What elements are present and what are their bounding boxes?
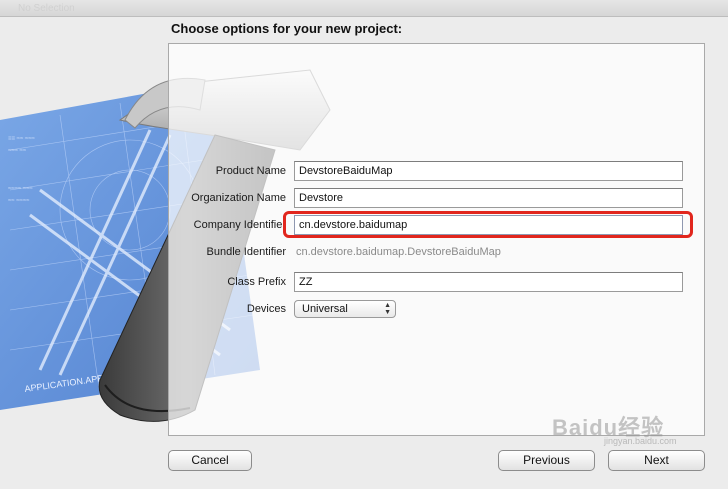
class-prefix-label: Class Prefix	[227, 276, 286, 288]
window-title-bar: No Selection	[0, 0, 728, 17]
product-name-label: Product Name	[215, 165, 286, 177]
page-title: Choose options for your new project:	[171, 21, 403, 36]
popup-arrows-icon: ▲ ▼	[384, 302, 391, 316]
class-prefix-field[interactable]: ZZ	[294, 272, 683, 292]
organization-name-field[interactable]: Devstore	[294, 188, 683, 208]
cancel-button[interactable]: Cancel	[168, 450, 252, 471]
previous-button[interactable]: Previous	[498, 450, 595, 471]
svg-text:≈≈≈ ≈≈: ≈≈≈ ≈≈	[8, 148, 27, 154]
annotation-highlight-box	[283, 211, 693, 238]
devices-popup-value: Universal	[302, 303, 348, 315]
baidu-watermark-url: jingyan.baidu.com	[604, 436, 677, 446]
bundle-identifier-label: Bundle Identifier	[206, 246, 287, 258]
next-button[interactable]: Next	[608, 450, 705, 471]
options-panel	[168, 43, 705, 436]
window-title: No Selection	[18, 3, 75, 14]
product-name-field[interactable]: DevstoreBaiduMap	[294, 161, 683, 181]
organization-name-label: Organization Name	[191, 192, 286, 204]
svg-text:≈≈ ≈≈≈≈: ≈≈ ≈≈≈≈	[8, 198, 30, 204]
devices-label: Devices	[246, 303, 286, 315]
devices-popup[interactable]: Universal ▲ ▼	[294, 300, 396, 318]
svg-text:≡≡ ≈≈ ≈≈≈: ≡≡ ≈≈ ≈≈≈	[8, 136, 36, 142]
bundle-identifier-value: cn.devstore.baidumap.DevstoreBaiduMap	[296, 246, 501, 258]
svg-text:≈≈≈≈ ≈≈≈: ≈≈≈≈ ≈≈≈	[8, 186, 33, 192]
company-identifier-label: Company Identifier	[193, 219, 286, 231]
